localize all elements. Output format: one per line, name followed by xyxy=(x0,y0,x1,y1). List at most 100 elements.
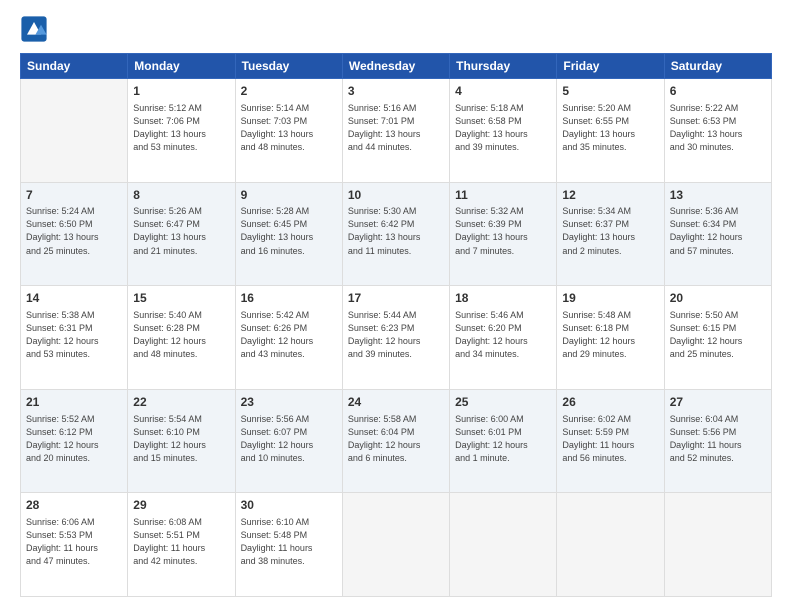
day-number: 2 xyxy=(241,83,337,100)
calendar-cell xyxy=(664,493,771,597)
calendar-cell: 28 Sunrise: 6:06 AMSunset: 5:53 PMDayligh… xyxy=(21,493,128,597)
day-number: 19 xyxy=(562,290,658,307)
calendar-cell: 23 Sunrise: 5:56 AMSunset: 6:07 PMDayligh… xyxy=(235,389,342,493)
day-number: 30 xyxy=(241,497,337,514)
logo-icon xyxy=(20,15,48,43)
day-info: Sunrise: 6:10 AMSunset: 5:48 PMDaylight:… xyxy=(241,516,337,568)
calendar-cell xyxy=(557,493,664,597)
calendar-cell: 15 Sunrise: 5:40 AMSunset: 6:28 PMDayligh… xyxy=(128,286,235,390)
day-number: 11 xyxy=(455,187,551,204)
weekday-header: Tuesday xyxy=(235,54,342,79)
calendar-cell xyxy=(21,79,128,183)
weekday-header: Monday xyxy=(128,54,235,79)
calendar-cell: 4 Sunrise: 5:18 AMSunset: 6:58 PMDaylight… xyxy=(450,79,557,183)
calendar-cell: 7Sunrise: 5:24 AMSunset: 6:50 PMDaylight… xyxy=(21,182,128,286)
day-number: 5 xyxy=(562,83,658,100)
day-number: 4 xyxy=(455,83,551,100)
day-info: Sunrise: 5:32 AMSunset: 6:39 PMDaylight:… xyxy=(455,205,551,257)
day-number: 23 xyxy=(241,394,337,411)
calendar-cell: 20Sunrise: 5:50 AMSunset: 6:15 PMDayligh… xyxy=(664,286,771,390)
calendar-cell: 24 Sunrise: 5:58 AMSunset: 6:04 PMDayligh… xyxy=(342,389,449,493)
calendar-week-row: 14Sunrise: 5:38 AMSunset: 6:31 PMDayligh… xyxy=(21,286,772,390)
day-info: Sunrise: 5:22 AMSunset: 6:53 PMDaylight:… xyxy=(670,102,766,154)
day-number: 16 xyxy=(241,290,337,307)
day-info: Sunrise: 5:18 AMSunset: 6:58 PMDaylight:… xyxy=(455,102,551,154)
calendar-cell: 14Sunrise: 5:38 AMSunset: 6:31 PMDayligh… xyxy=(21,286,128,390)
day-number: 29 xyxy=(133,497,229,514)
calendar-cell: 22 Sunrise: 5:54 AMSunset: 6:10 PMDayligh… xyxy=(128,389,235,493)
weekday-header: Wednesday xyxy=(342,54,449,79)
day-info: Sunrise: 5:58 AMSunset: 6:04 PMDaylight:… xyxy=(348,413,444,465)
day-info: Sunrise: 5:52 AMSunset: 6:12 PMDaylight:… xyxy=(26,413,122,465)
day-number: 9 xyxy=(241,187,337,204)
calendar-week-row: 7Sunrise: 5:24 AMSunset: 6:50 PMDaylight… xyxy=(21,182,772,286)
calendar-cell: 16 Sunrise: 5:42 AMSunset: 6:26 PMDayligh… xyxy=(235,286,342,390)
calendar-cell: 6Sunrise: 5:22 AMSunset: 6:53 PMDaylight… xyxy=(664,79,771,183)
day-info: Sunrise: 6:08 AMSunset: 5:51 PMDaylight:… xyxy=(133,516,229,568)
calendar-cell: 12Sunrise: 5:34 AMSunset: 6:37 PMDayligh… xyxy=(557,182,664,286)
calendar-cell: 30 Sunrise: 6:10 AMSunset: 5:48 PMDayligh… xyxy=(235,493,342,597)
calendar-week-row: 21 Sunrise: 5:52 AMSunset: 6:12 PMDayligh… xyxy=(21,389,772,493)
calendar-cell: 5 Sunrise: 5:20 AMSunset: 6:55 PMDaylight… xyxy=(557,79,664,183)
day-number: 28 xyxy=(26,497,122,514)
calendar-week-row: 1 Sunrise: 5:12 AMSunset: 7:06 PMDaylight… xyxy=(21,79,772,183)
day-number: 25 xyxy=(455,394,551,411)
day-number: 13 xyxy=(670,187,766,204)
calendar-cell: 29 Sunrise: 6:08 AMSunset: 5:51 PMDayligh… xyxy=(128,493,235,597)
calendar-cell: 25 Sunrise: 6:00 AMSunset: 6:01 PMDayligh… xyxy=(450,389,557,493)
day-number: 17 xyxy=(348,290,444,307)
calendar-cell: 3 Sunrise: 5:16 AMSunset: 7:01 PMDaylight… xyxy=(342,79,449,183)
day-info: Sunrise: 5:44 AMSunset: 6:23 PMDaylight:… xyxy=(348,309,444,361)
day-number: 8 xyxy=(133,187,229,204)
day-info: Sunrise: 5:46 AMSunset: 6:20 PMDaylight:… xyxy=(455,309,551,361)
day-info: Sunrise: 5:26 AMSunset: 6:47 PMDaylight:… xyxy=(133,205,229,257)
day-info: Sunrise: 6:04 AMSunset: 5:56 PMDaylight:… xyxy=(670,413,766,465)
day-info: Sunrise: 5:42 AMSunset: 6:26 PMDaylight:… xyxy=(241,309,337,361)
day-number: 12 xyxy=(562,187,658,204)
calendar-cell: 17 Sunrise: 5:44 AMSunset: 6:23 PMDayligh… xyxy=(342,286,449,390)
day-info: Sunrise: 6:02 AMSunset: 5:59 PMDaylight:… xyxy=(562,413,658,465)
day-info: Sunrise: 5:38 AMSunset: 6:31 PMDaylight:… xyxy=(26,309,122,361)
day-info: Sunrise: 5:14 AMSunset: 7:03 PMDaylight:… xyxy=(241,102,337,154)
day-number: 24 xyxy=(348,394,444,411)
day-info: Sunrise: 5:20 AMSunset: 6:55 PMDaylight:… xyxy=(562,102,658,154)
calendar-cell: 1 Sunrise: 5:12 AMSunset: 7:06 PMDaylight… xyxy=(128,79,235,183)
day-info: Sunrise: 5:48 AMSunset: 6:18 PMDaylight:… xyxy=(562,309,658,361)
header xyxy=(20,15,772,43)
calendar-cell: 10Sunrise: 5:30 AMSunset: 6:42 PMDayligh… xyxy=(342,182,449,286)
day-info: Sunrise: 5:16 AMSunset: 7:01 PMDaylight:… xyxy=(348,102,444,154)
day-number: 10 xyxy=(348,187,444,204)
day-number: 27 xyxy=(670,394,766,411)
calendar-cell: 21 Sunrise: 5:52 AMSunset: 6:12 PMDayligh… xyxy=(21,389,128,493)
day-number: 20 xyxy=(670,290,766,307)
day-number: 22 xyxy=(133,394,229,411)
weekday-header: Friday xyxy=(557,54,664,79)
day-info: Sunrise: 6:06 AMSunset: 5:53 PMDaylight:… xyxy=(26,516,122,568)
day-number: 1 xyxy=(133,83,229,100)
calendar-cell: 26Sunrise: 6:02 AMSunset: 5:59 PMDayligh… xyxy=(557,389,664,493)
calendar-cell xyxy=(342,493,449,597)
day-info: Sunrise: 5:12 AMSunset: 7:06 PMDaylight:… xyxy=(133,102,229,154)
logo xyxy=(20,15,52,43)
day-number: 18 xyxy=(455,290,551,307)
day-number: 21 xyxy=(26,394,122,411)
day-info: Sunrise: 5:56 AMSunset: 6:07 PMDaylight:… xyxy=(241,413,337,465)
calendar-cell: 27 Sunrise: 6:04 AMSunset: 5:56 PMDayligh… xyxy=(664,389,771,493)
calendar-cell: 19 Sunrise: 5:48 AMSunset: 6:18 PMDayligh… xyxy=(557,286,664,390)
day-number: 3 xyxy=(348,83,444,100)
day-info: Sunrise: 5:54 AMSunset: 6:10 PMDaylight:… xyxy=(133,413,229,465)
weekday-header: Sunday xyxy=(21,54,128,79)
day-info: Sunrise: 5:36 AMSunset: 6:34 PMDaylight:… xyxy=(670,205,766,257)
calendar-table: SundayMondayTuesdayWednesdayThursdayFrid… xyxy=(20,53,772,597)
day-number: 15 xyxy=(133,290,229,307)
calendar-week-row: 28 Sunrise: 6:06 AMSunset: 5:53 PMDayligh… xyxy=(21,493,772,597)
day-info: Sunrise: 5:24 AMSunset: 6:50 PMDaylight:… xyxy=(26,205,122,257)
calendar-cell: 11Sunrise: 5:32 AMSunset: 6:39 PMDayligh… xyxy=(450,182,557,286)
calendar-cell: 2 Sunrise: 5:14 AMSunset: 7:03 PMDaylight… xyxy=(235,79,342,183)
day-number: 7 xyxy=(26,187,122,204)
day-info: Sunrise: 5:28 AMSunset: 6:45 PMDaylight:… xyxy=(241,205,337,257)
day-info: Sunrise: 5:40 AMSunset: 6:28 PMDaylight:… xyxy=(133,309,229,361)
calendar-cell: 13Sunrise: 5:36 AMSunset: 6:34 PMDayligh… xyxy=(664,182,771,286)
weekday-header: Saturday xyxy=(664,54,771,79)
day-info: Sunrise: 6:00 AMSunset: 6:01 PMDaylight:… xyxy=(455,413,551,465)
